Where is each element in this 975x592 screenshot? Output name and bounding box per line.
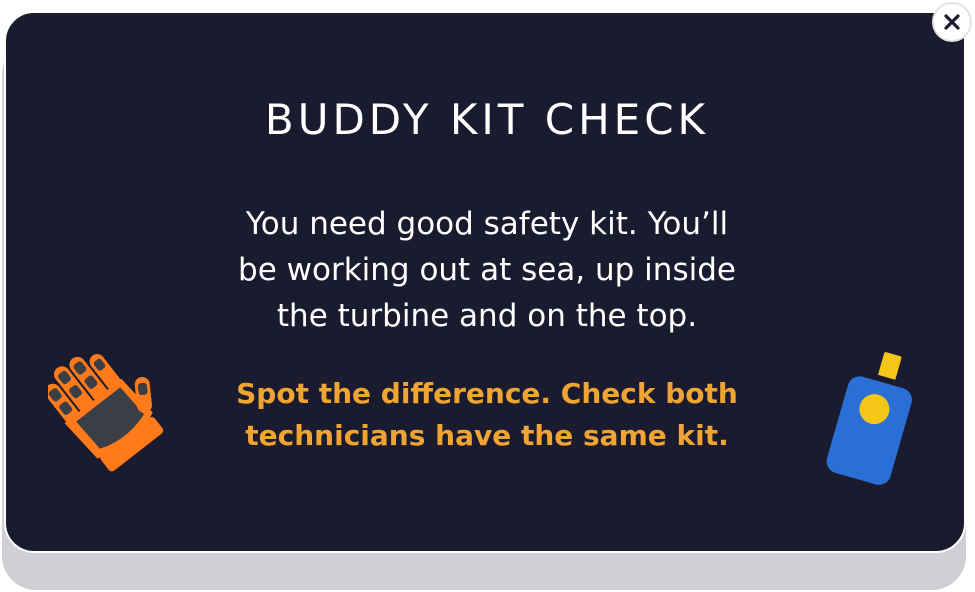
close-button[interactable] (932, 2, 972, 42)
instruction-line: Spot the difference. Check both (236, 377, 738, 410)
dialog-body: You need good safety kit. You’ll be work… (176, 201, 798, 339)
modal-stage: BUDDY KIT CHECK You need good safety kit… (0, 0, 975, 592)
body-line: the turbine and on the top. (276, 298, 698, 334)
body-line: You need good safety kit. You’ll (245, 206, 729, 242)
sunscreen-bottle-icon (812, 346, 912, 486)
close-icon (944, 14, 960, 30)
instruction-line: technicians have the same kit. (245, 419, 729, 452)
dialog-title: BUDDY KIT CHECK (264, 95, 710, 144)
dialog-instruction: Spot the difference. Check both technici… (176, 373, 798, 457)
safety-glove-icon (44, 343, 172, 477)
body-line: be working out at sea, up inside (238, 252, 736, 288)
